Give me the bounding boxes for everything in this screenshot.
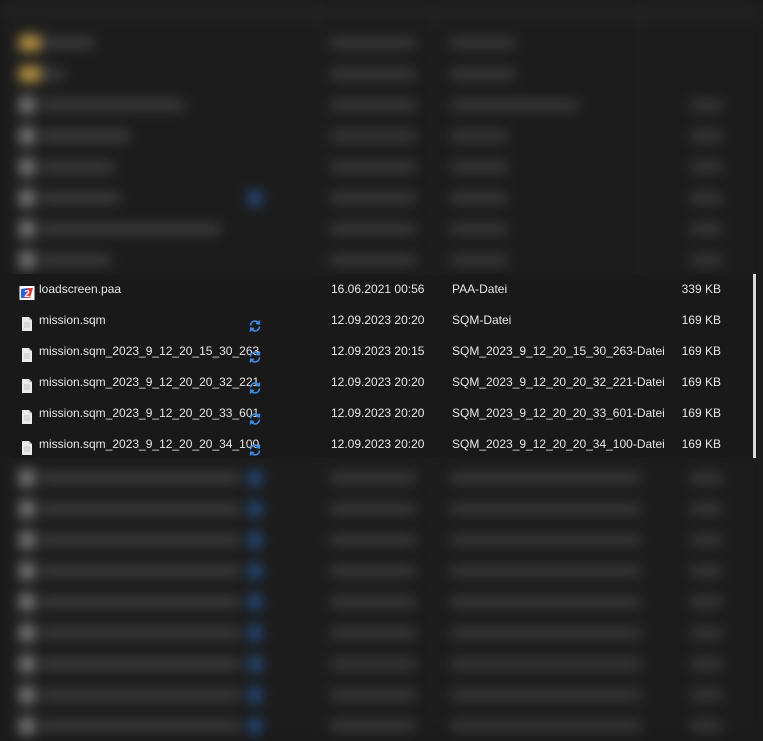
blurred-row xyxy=(0,524,763,555)
document-icon xyxy=(19,344,35,362)
file-size: 169 KB xyxy=(681,375,721,389)
file-type: SQM_2023_9_12_20_20_34_100-Datei xyxy=(452,437,665,451)
file-date: 12.09.2023 20:15 xyxy=(331,344,425,358)
blurred-row xyxy=(0,182,763,213)
file-date: 16.06.2021 00:56 xyxy=(331,282,425,296)
file-size: 169 KB xyxy=(681,344,721,358)
file-row[interactable]: mission.sqm_2023_9_12_20_20_32_221 12.09.… xyxy=(0,367,753,398)
file-type: SQM_2023_9_12_20_20_33_601-Datei xyxy=(452,406,665,420)
file-date: 12.09.2023 20:20 xyxy=(331,437,425,451)
blurred-row xyxy=(0,555,763,586)
scrollbar[interactable] xyxy=(753,274,756,458)
sync-icon xyxy=(248,376,262,394)
document-icon xyxy=(19,406,35,424)
blurred-row xyxy=(0,586,763,617)
document-icon xyxy=(19,437,35,455)
file-size: 169 KB xyxy=(681,437,721,451)
file-name: mission.sqm xyxy=(39,313,106,327)
sync-icon xyxy=(248,438,262,456)
file-row[interactable]: 2 loadscreen.paa 16.06.2021 00:56 PAA-Datei… xyxy=(0,274,753,305)
svg-text:2: 2 xyxy=(24,289,30,300)
blurred-column-header xyxy=(0,0,763,24)
blurred-row xyxy=(0,89,763,120)
file-date: 12.09.2023 20:20 xyxy=(331,406,425,420)
file-row[interactable]: mission.sqm_2023_9_12_20_15_30_263 12.09.… xyxy=(0,336,753,367)
file-row[interactable]: mission.sqm_2023_9_12_20_20_34_100 12.09.… xyxy=(0,429,753,460)
document-icon xyxy=(19,375,35,393)
file-list: 2 loadscreen.paa 16.06.2021 00:56 PAA-Datei… xyxy=(0,274,758,458)
file-name: mission.sqm_2023_9_12_20_15_30_263 xyxy=(39,344,260,358)
blurred-row xyxy=(0,617,763,648)
blurred-row xyxy=(0,462,763,493)
file-date: 12.09.2023 20:20 xyxy=(331,375,425,389)
file-date: 12.09.2023 20:20 xyxy=(331,313,425,327)
file-type: SQM_2023_9_12_20_15_30_263-Datei xyxy=(452,344,665,358)
blurred-row xyxy=(0,679,763,710)
file-name: loadscreen.paa xyxy=(39,282,122,296)
blurred-row xyxy=(0,151,763,182)
sync-icon xyxy=(248,314,262,332)
file-name: mission.sqm_2023_9_12_20_20_32_221 xyxy=(39,375,260,389)
document-icon xyxy=(19,313,35,331)
file-name: mission.sqm_2023_9_12_20_20_33_601 xyxy=(39,406,260,420)
file-size: 339 KB xyxy=(681,282,721,296)
blurred-row xyxy=(0,58,763,89)
blurred-row xyxy=(0,710,763,741)
file-size: 169 KB xyxy=(681,313,721,327)
blurred-row xyxy=(0,648,763,679)
file-row[interactable]: mission.sqm 12.09.2023 20:20 SQM-Datei 169 … xyxy=(0,305,753,336)
file-row[interactable]: mission.sqm_2023_9_12_20_20_33_601 12.09.… xyxy=(0,398,753,429)
sync-icon xyxy=(248,407,262,425)
file-name: mission.sqm_2023_9_12_20_20_34_100 xyxy=(39,437,260,451)
blurred-row xyxy=(0,27,763,58)
file-type: PAA-Datei xyxy=(452,282,508,296)
sync-icon xyxy=(248,345,262,363)
blurred-row xyxy=(0,120,763,151)
file-type: SQM_2023_9_12_20_20_32_221-Datei xyxy=(452,375,665,389)
file-size: 169 KB xyxy=(681,406,721,420)
blurred-row xyxy=(0,213,763,244)
blurred-row xyxy=(0,244,763,275)
blurred-row xyxy=(0,493,763,524)
paa-file-icon: 2 xyxy=(19,282,35,300)
file-type: SQM-Datei xyxy=(452,313,512,327)
